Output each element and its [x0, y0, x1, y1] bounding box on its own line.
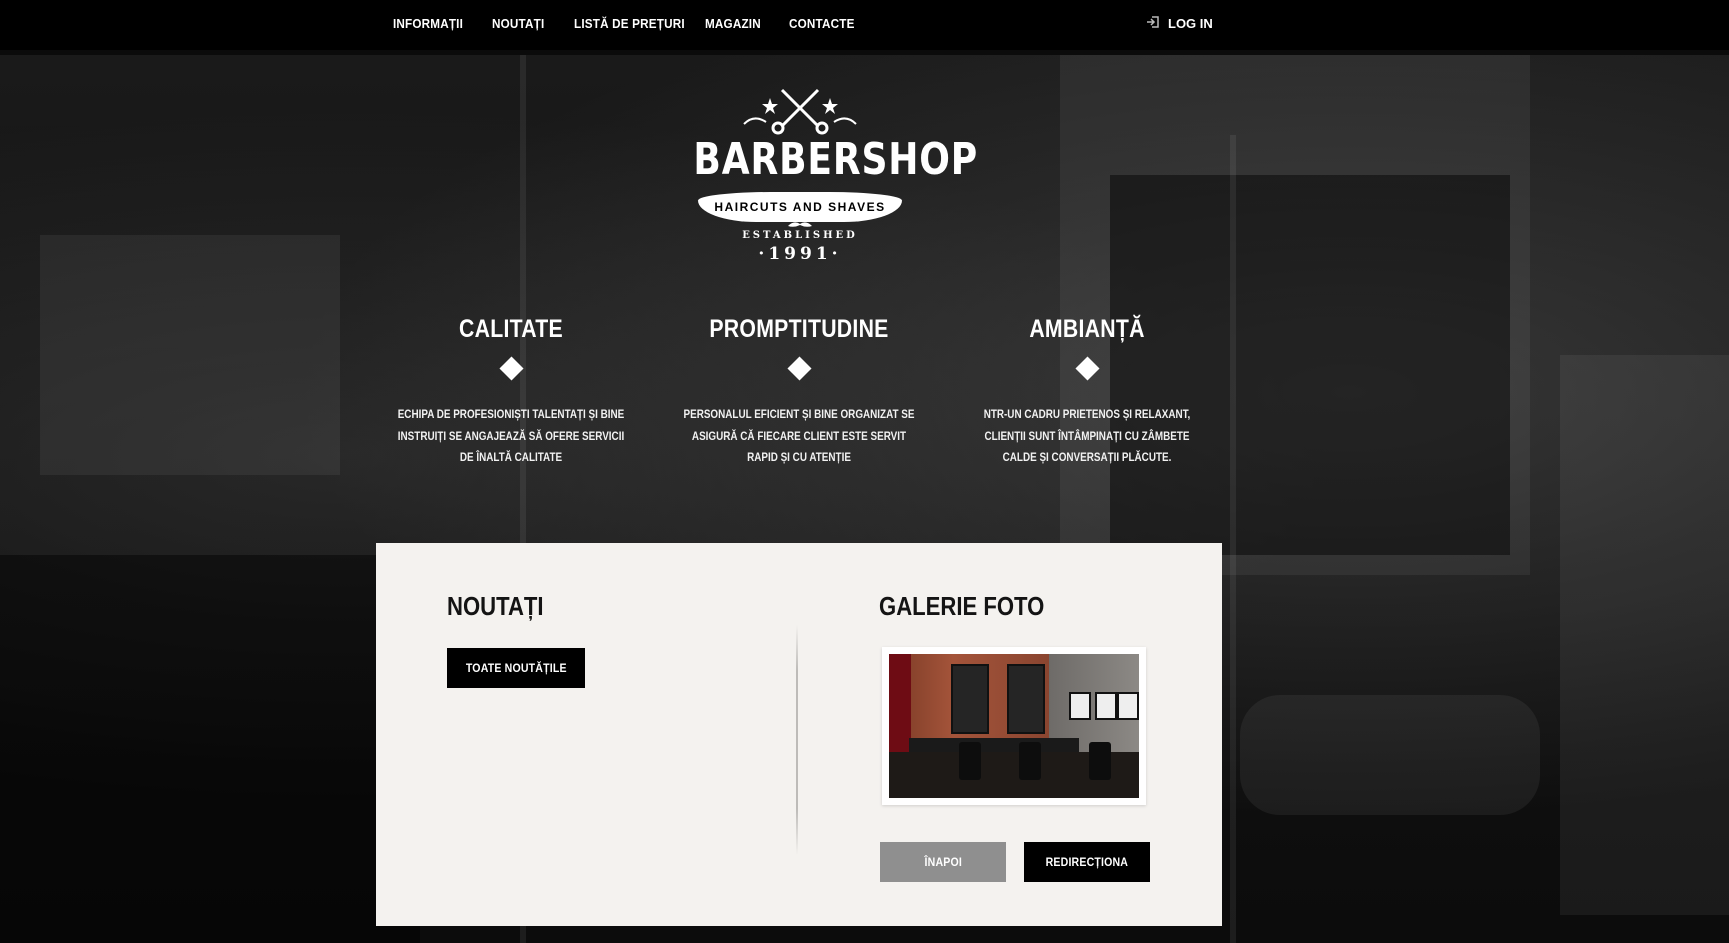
feature-text: PERSONALUL EFICIENT ȘI BINE ORGANIZAT SE…	[683, 409, 915, 464]
gallery-title: GALERIE FOTO	[879, 591, 1045, 621]
news-title: NOUTAȚI	[447, 591, 544, 621]
logo-year: ·1991·	[758, 244, 842, 264]
feature-title: PROMPTITUDINE	[709, 315, 889, 343]
logo-ribbon: HAIRCUTS AND SHAVES	[698, 192, 902, 222]
login-label: LOG IN	[1168, 16, 1213, 31]
feature-title: CALITATE	[459, 315, 563, 343]
feature-title: AMBIANȚĂ	[1029, 315, 1145, 343]
scissors-icon	[771, 88, 829, 135]
diamond-icon	[498, 356, 524, 381]
login-icon	[1146, 15, 1160, 32]
logo-title: BARBERSHOP	[693, 134, 979, 185]
gallery-redirect-button-label: REDIRECȚIONA	[1045, 855, 1129, 869]
all-news-button-label: TOATE NOUTĂȚILE	[465, 661, 567, 675]
nav-item-magazin[interactable]: MAGAZIN	[705, 16, 761, 31]
gallery-back-button[interactable]: ÎNAPOI	[880, 842, 1006, 882]
gallery-redirect-button[interactable]: REDIRECȚIONA	[1024, 842, 1150, 882]
mustache-icon	[788, 222, 812, 227]
nav-item-contacte[interactable]: CONTACTE	[789, 16, 855, 31]
nav-item-lista-preturi[interactable]: LISTĂ DE PREȚURI	[574, 16, 685, 31]
feature-promptitudine: PROMPTITUDINE PERSONALUL EFICIENT ȘI BIN…	[664, 315, 934, 470]
feature-text: NTR-UN CADRU PRIETENOS ȘI RELAXANT, CLIE…	[983, 409, 1191, 464]
all-news-button[interactable]: TOATE NOUTĂȚILE	[447, 648, 585, 688]
gallery-back-button-label: ÎNAPOI	[924, 855, 962, 869]
diamond-icon	[786, 356, 812, 381]
gallery-photo-frame[interactable]	[882, 647, 1146, 805]
top-navigation: INFORMAȚII NOUTAȚI LISTĂ DE PREȚURI MAGA…	[0, 0, 1729, 50]
feature-text: ECHIPA DE PROFESIONIȘTI TALENTAȚI ȘI BIN…	[397, 409, 625, 464]
feature-ambianta: AMBIANȚĂ NTR-UN CADRU PRIETENOS ȘI RELAX…	[952, 315, 1222, 470]
gallery-photo	[889, 654, 1139, 798]
diamond-icon	[1074, 356, 1100, 381]
feature-calitate: CALITATE ECHIPA DE PROFESIONIȘTI TALENTA…	[376, 315, 646, 470]
section-divider	[796, 625, 798, 855]
nav-item-informatii[interactable]: INFORMAȚII	[393, 16, 463, 31]
barbershop-logo: BARBERSHOP HAIRCUTS AND SHAVES ESTABLISH…	[670, 82, 979, 267]
nav-item-noutati[interactable]: NOUTAȚI	[492, 16, 544, 31]
logo-established: ESTABLISHED	[742, 230, 858, 241]
login-link[interactable]: LOG IN	[1146, 15, 1213, 32]
content-panel: NOUTAȚI TOATE NOUTĂȚILE GALERIE FOTO ÎNA…	[376, 543, 1222, 926]
